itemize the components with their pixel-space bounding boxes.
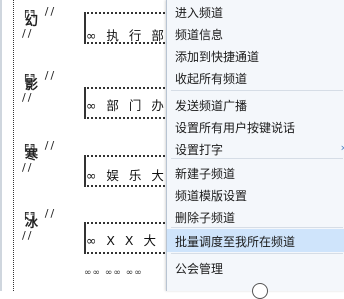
menu-separator [171, 158, 343, 159]
menu-item-channel-template[interactable]: 频道模版设置 [167, 183, 344, 206]
channel-avatar-icon[interactable]: ╒╕ // 幻 // [18, 6, 68, 42]
menu-item-batch-dispatch[interactable]: 批量调度至我所在频道 [167, 229, 344, 252]
menu-item-label: 添加到快捷通道 [175, 50, 260, 64]
menu-item-broadcast[interactable]: 发送频道广播 [167, 93, 344, 116]
menu-separator [171, 253, 343, 254]
menu-item-label: 新建子频道 [175, 167, 236, 181]
menu-item-guild-management[interactable]: 公会管理 [167, 256, 344, 279]
menu-item-label: 删除子频道 [175, 211, 236, 225]
menu-item-label: 进入频道 [175, 6, 224, 20]
tree-border [0, 0, 2, 291]
menu-item-label: 发送频道广播 [175, 99, 248, 113]
menu-item-label: 频道模版设置 [175, 189, 248, 203]
menu-item-enter-channel[interactable]: 进入频道 [167, 0, 344, 23]
chevron-right-icon: › [341, 141, 344, 154]
avatar-deco-bottom: // [22, 161, 34, 174]
menu-item-new-subchannel[interactable]: 新建子频道 [167, 161, 344, 184]
channel-footer-deco: ∞∞ ∞∞ ∞∞ [84, 268, 143, 278]
context-menu: 进入频道 频道信息 添加到快捷通道 收起所有频道 发送频道广播 设置所有用户按键… [166, 0, 344, 291]
menu-item-delete-subchannel[interactable]: 删除子频道 [167, 205, 344, 228]
menu-item-label: 设置所有用户按键说话 [175, 121, 296, 135]
menu-item-label: 设置打字 [175, 143, 224, 157]
channel-tree: ╒╕ // 幻 // ∞ 执 行 部 门 ╒╕ // 影 // ∞ 部 门 办 … [0, 0, 186, 291]
menu-separator [171, 227, 343, 228]
menu-item-label: 公会管理 [175, 262, 224, 276]
avatar-deco-bottom: // [22, 229, 34, 242]
avatar-deco-bottom: // [22, 27, 34, 40]
menu-item-label: 收起所有频道 [175, 72, 248, 86]
channel-avatar-icon[interactable]: ╒╕ // 冰 // [18, 208, 68, 244]
emoji-icon[interactable] [252, 283, 268, 299]
menu-item-typing-settings[interactable]: 设置打字 › [167, 137, 344, 160]
avatar-deco-bottom: // [22, 91, 34, 104]
channel-avatar-icon[interactable]: ╒╕ // 寒 // [18, 140, 68, 176]
channel-avatar-icon[interactable]: ╒╕ // 影 // [18, 70, 68, 106]
menu-item-push-to-talk-all[interactable]: 设置所有用户按键说话 [167, 115, 344, 138]
tree-connector-line [13, 0, 14, 291]
menu-item-label: 批量调度至我所在频道 [175, 235, 296, 249]
menu-item-add-shortcut[interactable]: 添加到快捷通道 [167, 44, 344, 67]
menu-item-label: 频道信息 [175, 28, 224, 42]
menu-item-collapse-all[interactable]: 收起所有频道 [167, 66, 344, 89]
menu-separator [171, 90, 343, 91]
menu-item-channel-info[interactable]: 频道信息 [167, 22, 344, 45]
